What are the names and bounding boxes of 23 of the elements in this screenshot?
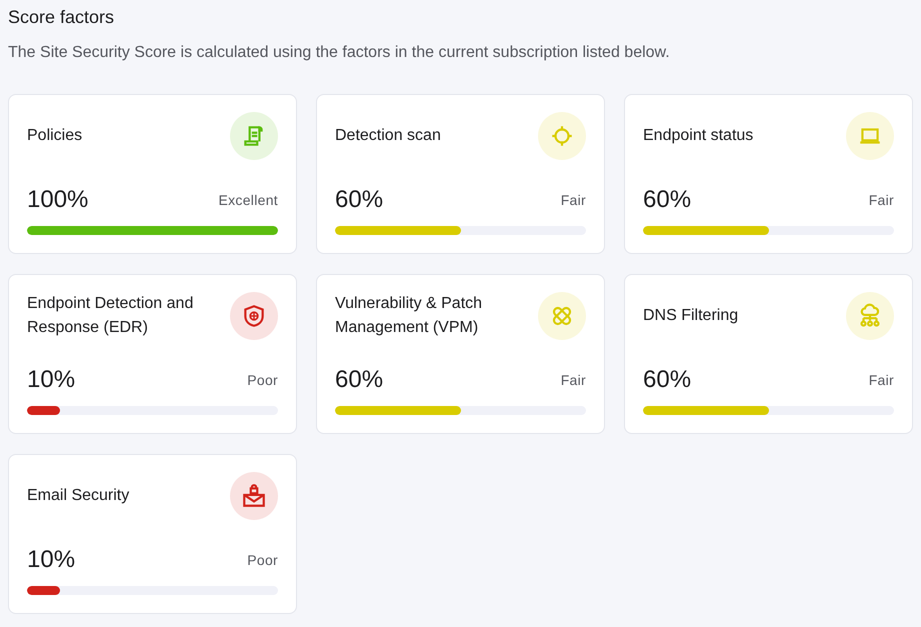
factor-title: Vulnerability & Patch Management (VPM) — [335, 294, 484, 338]
score-percent: 10% — [27, 545, 76, 575]
factor-title: Endpoint Detection and Response (EDR) — [27, 294, 194, 338]
score-rating: Excellent — [218, 191, 278, 210]
factor-title: DNS Filtering — [643, 306, 738, 326]
score-rating: Poor — [247, 371, 278, 390]
score-percent: 100% — [27, 185, 88, 215]
factor-title: Email Security — [27, 486, 130, 506]
section-title: Score factors — [8, 6, 116, 29]
score-rating: Fair — [560, 371, 586, 390]
score-percent: 60% — [335, 185, 384, 215]
score-rating: Poor — [247, 551, 278, 570]
score-rating: Fair — [560, 191, 586, 210]
score-percent: 60% — [335, 365, 384, 395]
score-percent: 10% — [27, 365, 76, 395]
factor-title: Endpoint status — [643, 126, 754, 146]
factor-title: Policies — [27, 126, 82, 146]
score-rating: Fair — [868, 191, 894, 210]
score-rating: Fair — [868, 371, 894, 390]
score-percent: 60% — [643, 185, 692, 215]
section-description: The Site Security Score is calculated using the factors in the current subscription listed below. — [8, 43, 671, 63]
score-percent: 60% — [643, 365, 692, 395]
factor-title: Detection scan — [335, 126, 441, 146]
